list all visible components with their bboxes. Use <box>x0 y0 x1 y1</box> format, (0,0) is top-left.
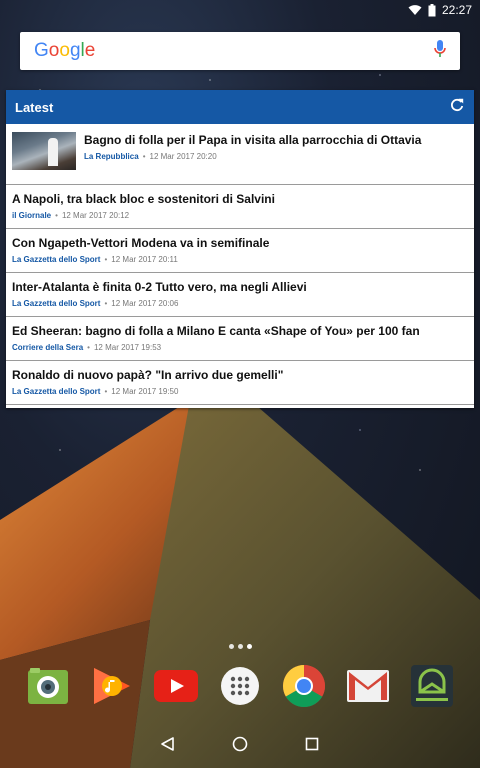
news-thumbnail <box>12 132 76 170</box>
news-source: Corriere della Sera <box>12 343 84 352</box>
news-time: 12 Mar 2017 20:11 <box>111 255 178 264</box>
meta-separator: • <box>87 343 90 352</box>
list-item[interactable]: Ronaldo di nuovo papà? "In arrivo due ge… <box>6 361 474 405</box>
navigation-bar <box>0 724 480 768</box>
news-source: La Gazzetta dello Sport <box>12 255 101 264</box>
gmail-icon[interactable] <box>346 664 390 708</box>
meta-separator: • <box>104 255 108 264</box>
clock: 22:27 <box>441 3 472 17</box>
news-time: 12 Mar 2017 20:20 <box>149 152 217 161</box>
news-time: 12 Mar 2017 19:53 <box>93 343 162 352</box>
news-title: A Napoli, tra black bloc e sostenitori d… <box>12 192 275 206</box>
news-widget: Latest Bagno di folla per il Papa in vis… <box>6 90 474 408</box>
news-list: Bagno di folla per il Papa in visita all… <box>6 124 474 405</box>
news-meta: La Gazzetta dello Sport • 12 Mar 2017 20:1… <box>12 255 468 264</box>
widget-title: Latest <box>15 99 54 115</box>
page-dot-active <box>246 644 252 649</box>
widget-header: Latest <box>6 90 474 124</box>
home-icon[interactable] <box>232 736 248 757</box>
news-time: 12 Mar 2017 20:06 <box>111 299 179 308</box>
list-item[interactable]: Ed Sheeran: bagno di folla a Milano E ca… <box>6 317 474 361</box>
google-logo: Google <box>34 40 96 61</box>
meta-separator: • <box>55 211 58 220</box>
news-title: Inter-Atalanta è finita 0-2 Tutto vero, … <box>12 280 307 294</box>
youtube-icon[interactable] <box>154 664 198 708</box>
camera-app-icon[interactable] <box>26 664 70 708</box>
news-source: il Giornale <box>12 211 52 220</box>
meta-separator: • <box>104 299 108 308</box>
news-title: Bagno di folla per il Papa in visita all… <box>84 133 422 147</box>
news-source: La Gazzetta dello Sport <box>12 387 101 396</box>
news-source: La Repubblica <box>84 152 139 161</box>
android-app-icon[interactable] <box>410 664 454 708</box>
status-bar: 22:27 <box>0 0 480 20</box>
news-meta: La Repubblica • 12 Mar 2017 20:20 <box>84 152 421 161</box>
list-item[interactable]: Inter-Atalanta è finita 0-2 Tutto vero, … <box>6 273 474 317</box>
meta-separator: • <box>104 387 108 396</box>
wifi-icon <box>408 4 422 16</box>
google-search-bar[interactable]: Google <box>20 32 460 70</box>
list-item[interactable]: Con Ngapeth-Vettori Modena va in semifin… <box>6 229 474 273</box>
chrome-icon[interactable] <box>282 664 326 708</box>
app-dock <box>0 662 480 710</box>
meta-separator: • <box>142 152 146 161</box>
news-meta: il Giornale • 12 Mar 2017 20:12 <box>12 211 468 220</box>
refresh-icon[interactable] <box>450 98 464 117</box>
news-meta: La Gazzetta dello Sport • 12 Mar 2017 19:5… <box>12 387 468 396</box>
page-indicator <box>0 644 480 649</box>
page-dot <box>237 644 243 649</box>
back-icon[interactable] <box>160 736 176 757</box>
news-title: Ronaldo di nuovo papà? "In arrivo due ge… <box>12 368 284 382</box>
news-meta: Corriere della Sera • 12 Mar 2017 19:53 <box>12 343 468 352</box>
news-time: 12 Mar 2017 19:50 <box>111 387 179 396</box>
battery-icon <box>428 3 436 17</box>
news-time: 12 Mar 2017 20:12 <box>61 211 130 220</box>
app-drawer-icon[interactable] <box>218 664 262 708</box>
news-meta: La Gazzetta dello Sport • 12 Mar 2017 20:0… <box>12 299 468 308</box>
news-title: Con Ngapeth-Vettori Modena va in semifin… <box>12 236 270 250</box>
page-dot <box>228 644 234 649</box>
mic-icon[interactable] <box>434 39 446 63</box>
news-source: La Gazzetta dello Sport <box>12 299 101 308</box>
recents-icon[interactable] <box>304 736 320 757</box>
play-music-icon[interactable] <box>90 664 134 708</box>
news-title: Ed Sheeran: bagno di folla a Milano E ca… <box>12 324 420 338</box>
list-item[interactable]: A Napoli, tra black bloc e sostenitori d… <box>6 185 474 229</box>
list-item[interactable]: Bagno di folla per il Papa in visita all… <box>6 124 474 185</box>
